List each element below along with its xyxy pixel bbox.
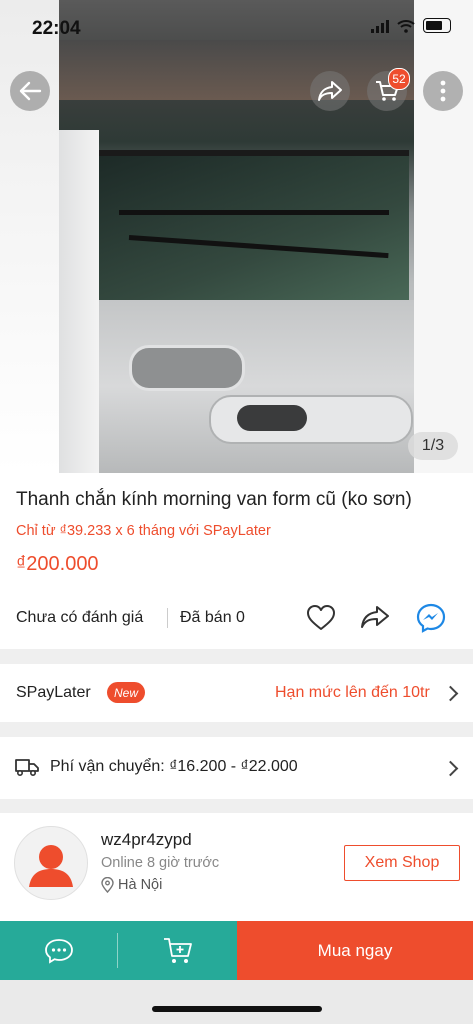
back-button[interactable]: [10, 71, 50, 111]
home-indicator-area: [0, 980, 473, 1024]
chat-button[interactable]: [0, 921, 118, 980]
photo-door-handle: [129, 345, 245, 391]
shop-online-status: Online 8 giờ trước: [101, 855, 220, 871]
status-time: 22:04: [32, 18, 81, 39]
sold-count: Đã bán 0: [180, 609, 245, 626]
rating-text: Chưa có đánh giá: [16, 609, 144, 626]
status-icons: [371, 18, 451, 33]
view-shop-button[interactable]: Xem Shop: [344, 845, 460, 881]
battery-icon: [423, 18, 451, 33]
product-photo[interactable]: [59, 0, 414, 473]
share-product-button[interactable]: [360, 604, 390, 635]
shop-location-text: Hà Nội: [118, 877, 163, 893]
spaylater-label: SPayLater: [16, 684, 91, 701]
photo-pillar: [59, 130, 99, 473]
new-badge: New: [107, 682, 146, 703]
divider: [167, 608, 168, 628]
buy-now-button[interactable]: Mua ngay: [237, 921, 473, 980]
like-button[interactable]: [306, 604, 336, 637]
user-avatar-icon: [29, 845, 73, 887]
shop-location: Hà Nội: [101, 877, 162, 893]
add-to-cart-icon: [163, 937, 192, 963]
photo-roof: [59, 40, 414, 100]
heart-icon: [307, 605, 335, 630]
share-icon: [361, 606, 389, 628]
shop-name[interactable]: wz4pr4zypd: [101, 830, 192, 850]
messenger-share-button[interactable]: [416, 603, 446, 638]
back-arrow-icon: [19, 81, 42, 101]
share-button[interactable]: [310, 71, 350, 111]
product-title: Thanh chắn kính morning van form cũ (ko …: [16, 489, 412, 510]
wifi-icon: [397, 19, 415, 33]
home-indicator[interactable]: [152, 1006, 322, 1012]
share-icon: [318, 81, 342, 101]
photo-pocket: [237, 405, 307, 431]
product-price: ₫200.000: [16, 553, 99, 575]
image-page-indicator: 1/3: [408, 432, 458, 460]
photo-window: [99, 150, 409, 306]
more-icon: [440, 80, 446, 102]
add-to-cart-button[interactable]: [118, 921, 237, 980]
location-pin-icon: [101, 877, 114, 893]
chat-icon: [45, 938, 73, 964]
cart-count-badge: 52: [388, 68, 410, 90]
shop-avatar[interactable]: [14, 826, 88, 900]
signal-icon: [371, 19, 389, 33]
spaylater-limit: Hạn mức lên đến 10tr: [275, 684, 430, 701]
more-button[interactable]: [423, 71, 463, 111]
messenger-icon: [416, 603, 446, 633]
spaylater-promo[interactable]: Chỉ từ ₫39.233 x 6 tháng với SPayLater: [16, 523, 271, 539]
photo-bar: [119, 210, 389, 215]
shipping-fee: Phí vận chuyển: ₫16.200 - ₫22.000: [50, 758, 298, 775]
truck-icon: [14, 757, 40, 782]
